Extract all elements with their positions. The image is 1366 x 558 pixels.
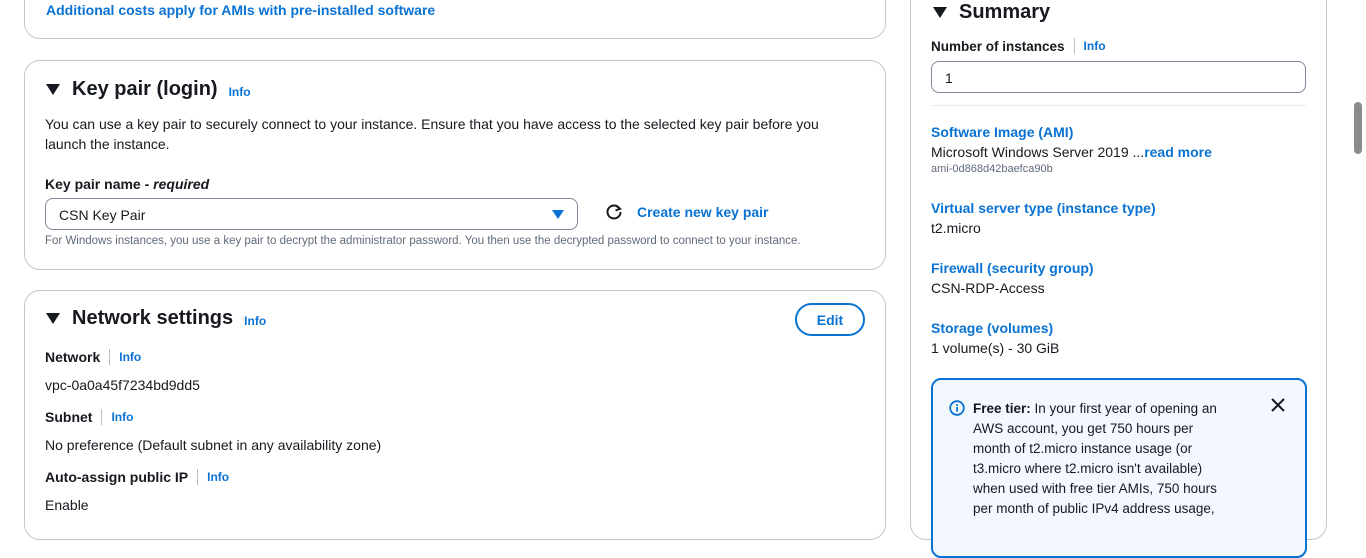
ami-read-more-link[interactable]: read more: [1144, 144, 1212, 160]
instances-label-row: Number of instances Info: [931, 38, 1106, 54]
additional-costs-link[interactable]: Additional costs apply for AMIs with pre…: [46, 2, 435, 18]
firewall-link[interactable]: Firewall (security group): [931, 260, 1094, 276]
ami-link[interactable]: Software Image (AMI): [931, 124, 1073, 140]
summary-panel: Summary Number of instances Info 1 Softw…: [910, 0, 1327, 558]
caret-down-icon[interactable]: [46, 313, 60, 324]
key-pair-panel: Key pair (login) Info You can use a key …: [24, 60, 886, 270]
key-pair-field-label: Key pair name - required: [45, 176, 210, 192]
subnet-value: No preference (Default subnet in any ava…: [45, 437, 382, 453]
key-pair-title: Key pair (login): [72, 78, 218, 100]
instances-input[interactable]: 1: [931, 61, 1306, 93]
free-tier-alert: Free tier: In your first year of opening…: [931, 378, 1307, 558]
public-ip-label: Auto-assign public IP: [45, 469, 189, 485]
network-info-link[interactable]: Info: [119, 350, 141, 364]
key-pair-info-link[interactable]: Info: [229, 85, 251, 99]
network-settings-header[interactable]: Network settings Info: [46, 307, 266, 330]
instances-info-link[interactable]: Info: [1084, 39, 1106, 53]
network-settings-info-link[interactable]: Info: [244, 314, 266, 328]
free-tier-label: Free tier:: [973, 401, 1031, 416]
network-label: Network: [45, 349, 101, 365]
summary-header[interactable]: Summary: [933, 1, 1050, 24]
instance-type-value: t2.micro: [931, 220, 981, 236]
create-key-pair-action[interactable]: Create new key pair: [605, 203, 769, 221]
storage-value: 1 volume(s) - 30 GiB: [931, 340, 1060, 356]
summary-divider: [931, 105, 1306, 106]
edit-button[interactable]: Edit: [795, 303, 865, 336]
key-pair-header[interactable]: Key pair (login) Info: [46, 78, 251, 101]
public-ip-value: Enable: [45, 497, 89, 513]
ami-panel: Additional costs apply for AMIs with pre…: [24, 0, 886, 39]
instances-label: Number of instances: [931, 38, 1065, 54]
instance-type-link[interactable]: Virtual server type (instance type): [931, 200, 1156, 216]
refresh-icon[interactable]: [605, 203, 623, 221]
page-scrollbar-track[interactable]: [1348, 0, 1366, 515]
subnet-info-link[interactable]: Info: [111, 410, 133, 424]
key-pair-select[interactable]: CSN Key Pair: [45, 198, 578, 230]
network-settings-panel: Network settings Info Edit Network Info …: [24, 290, 886, 540]
close-icon[interactable]: [1270, 397, 1286, 413]
key-pair-selected-value: CSN Key Pair: [59, 207, 146, 223]
network-value: vpc-0a0a45f7234bd9dd5: [45, 377, 200, 393]
storage-link[interactable]: Storage (volumes): [931, 320, 1053, 336]
summary-title: Summary: [959, 1, 1051, 23]
create-new-key-pair-link[interactable]: Create new key pair: [637, 204, 769, 220]
network-label-row: Network Info: [45, 349, 141, 365]
firewall-value: CSN-RDP-Access: [931, 280, 1045, 296]
ami-id: ami-0d868d42baefca90b: [931, 163, 1053, 175]
ami-value: Microsoft Windows Server 2019 ...: [931, 144, 1145, 160]
key-pair-help-text: For Windows instances, you use a key pai…: [45, 235, 801, 247]
subnet-label: Subnet: [45, 409, 93, 425]
public-ip-label-row: Auto-assign public IP Info: [45, 469, 229, 485]
instances-value: 1: [945, 70, 953, 86]
caret-down-icon[interactable]: [46, 84, 60, 95]
page-scrollbar-thumb[interactable]: [1354, 102, 1362, 154]
ami-value-row: Microsoft Windows Server 2019 ...read mo…: [931, 142, 1212, 162]
public-ip-info-link[interactable]: Info: [207, 470, 229, 484]
dropdown-caret-icon: [552, 210, 564, 219]
caret-down-icon[interactable]: [933, 7, 947, 18]
network-settings-title: Network settings: [72, 307, 234, 329]
key-pair-description: You can use a key pair to securely conne…: [45, 116, 819, 152]
subnet-label-row: Subnet Info: [45, 409, 133, 425]
info-circle-icon: [949, 400, 965, 416]
free-tier-text: Free tier: In your first year of opening…: [973, 401, 1217, 516]
